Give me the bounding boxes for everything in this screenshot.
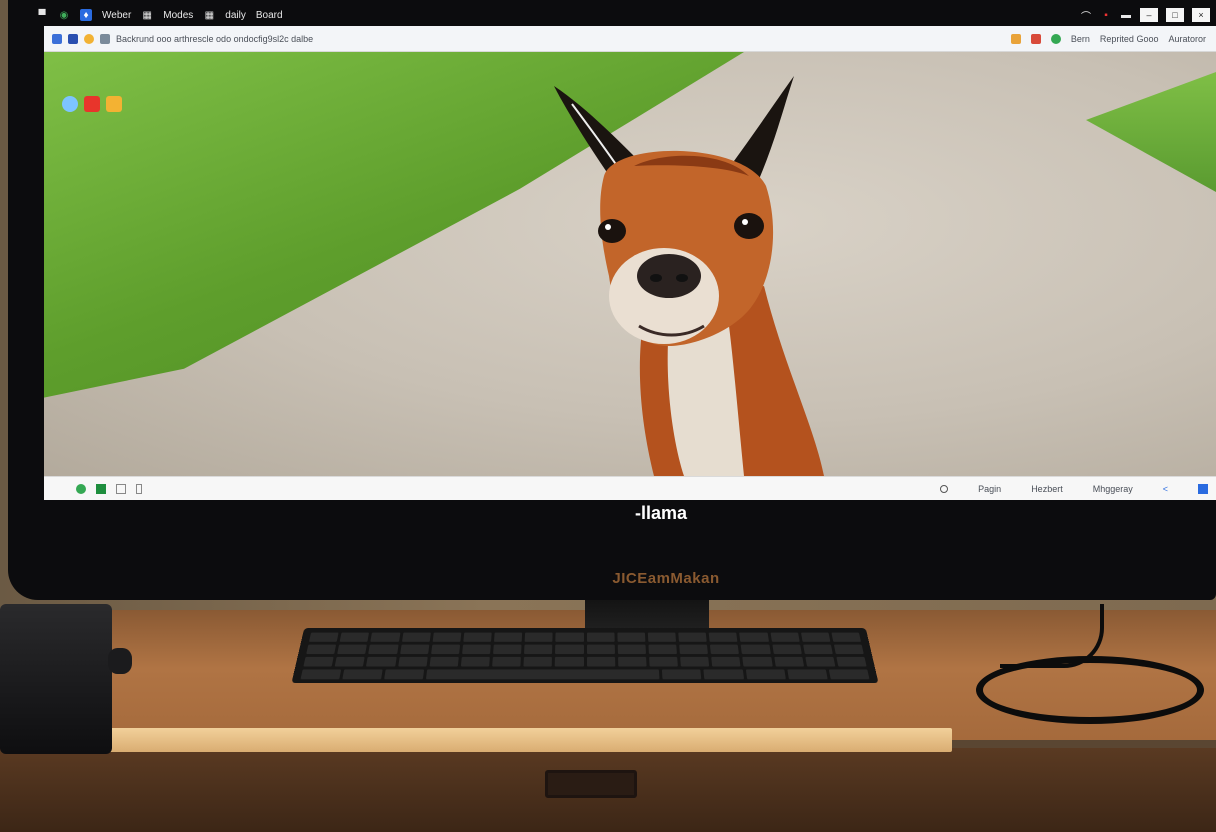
- drawer-handle: [545, 770, 637, 798]
- os-menu-item[interactable]: Weber: [102, 10, 131, 21]
- llama-image: [554, 76, 824, 476]
- browser-window: Backrund ooo arthrescle odo ondocfig9sl2…: [44, 26, 1216, 500]
- app-icon[interactable]: [1198, 483, 1208, 494]
- chevron-icon[interactable]: <: [1163, 484, 1168, 494]
- toolbar-item[interactable]: Bern: [1071, 34, 1090, 44]
- toolbar-item[interactable]: Reprited Gooo: [1100, 34, 1159, 44]
- status-item[interactable]: Hezbert: [1031, 484, 1063, 494]
- status-item[interactable]: Mhggeray: [1093, 484, 1133, 494]
- wifi-icon[interactable]: ⌒: [1080, 9, 1092, 23]
- os-menu-item[interactable]: daily: [225, 10, 246, 21]
- os-menu-item[interactable]: Modes: [163, 10, 193, 21]
- image-icon[interactable]: [116, 483, 126, 494]
- grid-icon[interactable]: ▦: [203, 9, 215, 21]
- extension-icon[interactable]: [1010, 33, 1021, 44]
- desk-edge: [96, 728, 952, 752]
- chrome-icon[interactable]: [76, 483, 86, 494]
- maximize-icon[interactable]: □: [1166, 8, 1184, 22]
- minimize-icon[interactable]: –: [1140, 8, 1158, 22]
- address-text[interactable]: Backrund ooo arthrescle odo ondocfig9sl2…: [116, 34, 313, 44]
- record-icon[interactable]: [940, 484, 949, 493]
- chrome-icon[interactable]: [1050, 33, 1061, 44]
- photo-scene: -llama JICEamMakan ▀ ◉ ♦ Weber ▦ Modes ▦…: [0, 0, 1216, 832]
- close-icon[interactable]: ×: [1192, 8, 1210, 22]
- address-bar[interactable]: Backrund ooo arthrescle odo ondocfig9sl2…: [44, 26, 1216, 52]
- key-row: [306, 644, 864, 655]
- monitor-brand: JICEamMakan: [612, 570, 720, 587]
- toolbar-item[interactable]: Auratoror: [1168, 34, 1206, 44]
- folder-icon[interactable]: [106, 96, 122, 112]
- file-icon[interactable]: [136, 483, 142, 494]
- youtube-icon[interactable]: [84, 96, 100, 112]
- chrome-icon: [84, 33, 94, 44]
- page-viewport: [44, 52, 1216, 476]
- window-icon[interactable]: ▀: [36, 9, 48, 21]
- key-row: [308, 632, 862, 642]
- favorite-icons: [62, 96, 122, 112]
- shield-icon: [68, 33, 78, 44]
- desktop-computer: [0, 604, 112, 754]
- key-row: [300, 669, 870, 680]
- grid-icon[interactable]: ▦: [141, 9, 153, 21]
- os-menu-item[interactable]: Board: [256, 10, 283, 21]
- sheets-icon[interactable]: [96, 483, 106, 494]
- flag-icon[interactable]: ▪: [1100, 9, 1112, 21]
- app-icon[interactable]: ♦: [80, 9, 92, 21]
- monitor-caption: -llama: [634, 503, 688, 523]
- info-icon: [100, 33, 110, 44]
- status-item[interactable]: Pagin: [978, 484, 1001, 494]
- keyboard: [291, 628, 879, 684]
- cable-coil: [976, 656, 1204, 724]
- mouse: [108, 648, 132, 674]
- os-top-bar: ▀ ◉ ♦ Weber ▦ Modes ▦ daily Board ⌒ ▪ ▬ …: [36, 4, 1216, 26]
- shield-icon: [52, 33, 62, 44]
- extension-icon[interactable]: [1030, 33, 1041, 44]
- status-bar: Pagin Hezbert Mhggeray <: [44, 476, 1216, 500]
- edge-icon[interactable]: [62, 96, 78, 112]
- key-row: [303, 656, 867, 667]
- shield-icon[interactable]: ◉: [58, 9, 70, 21]
- battery-icon[interactable]: ▬: [1120, 9, 1132, 21]
